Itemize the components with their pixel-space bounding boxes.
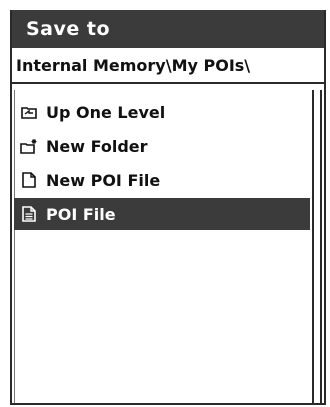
new-file-icon (20, 171, 38, 189)
dialog-title-bar: Save to (12, 10, 324, 48)
file-list-scrollbar[interactable] (312, 90, 322, 403)
current-path-text: Internal Memory\My POIs\ (16, 55, 251, 75)
list-item-up-one-level[interactable]: Up One Level (14, 96, 310, 128)
list-item-new-folder[interactable]: New Folder (14, 130, 310, 162)
save-to-dialog: Save to Internal Memory\My POIs\ Up One … (10, 10, 326, 405)
list-item-label: POI File (46, 204, 116, 224)
list-item-label: New POI File (46, 170, 161, 190)
list-item-new-poi-file[interactable]: New POI File (14, 164, 310, 196)
list-item-label: New Folder (46, 136, 148, 156)
up-folder-icon (20, 103, 38, 121)
file-list[interactable]: Up One Level New Folder New POI File POI… (12, 86, 324, 403)
current-path: Internal Memory\My POIs\ (12, 48, 324, 84)
list-item-poi-file[interactable]: POI File (14, 198, 310, 230)
list-item-label: Up One Level (46, 102, 166, 122)
dialog-title: Save to (26, 18, 111, 40)
poi-file-icon (20, 205, 38, 223)
new-folder-icon (20, 137, 38, 155)
